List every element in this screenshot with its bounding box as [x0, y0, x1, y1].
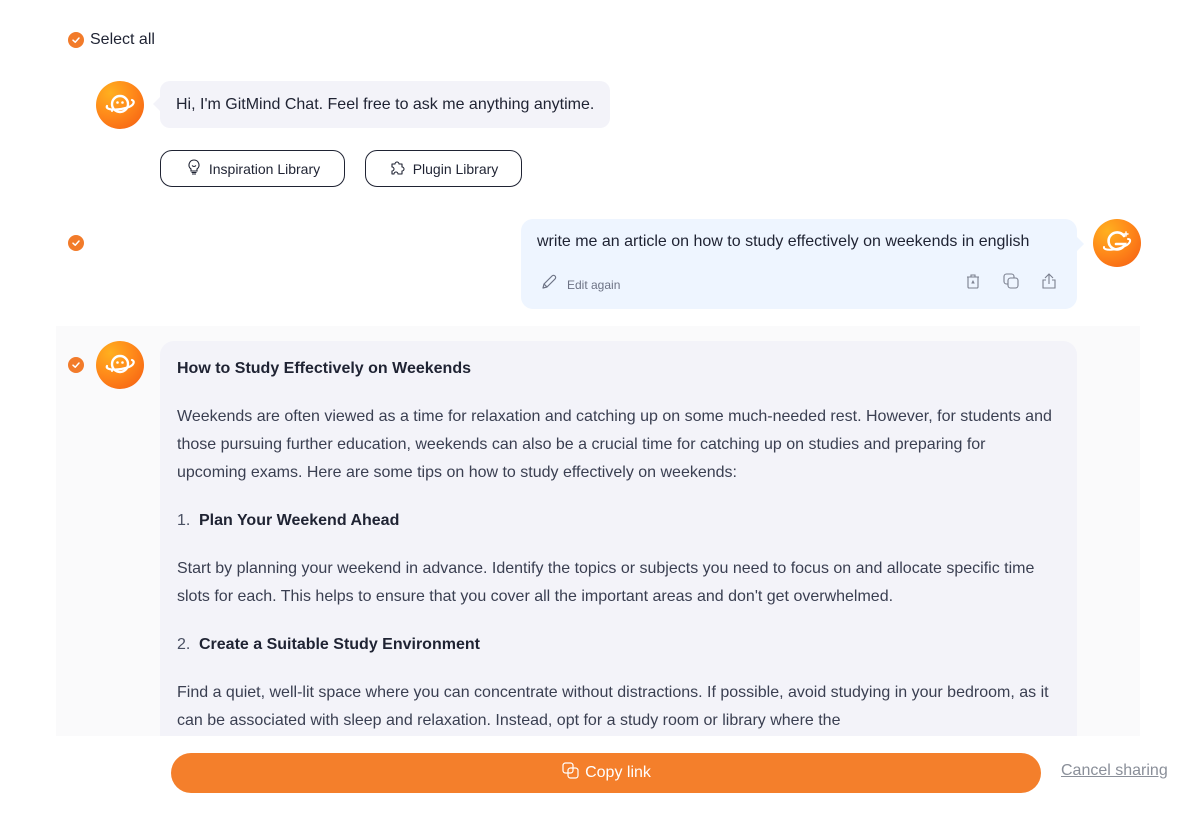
answer-section-heading: 1. Plan Your Weekend Ahead	[177, 507, 1057, 535]
checkmark-icon	[72, 362, 80, 368]
section-heading-text: Plan Your Weekend Ahead	[199, 512, 400, 529]
section-number: 2.	[177, 636, 191, 653]
section-number: 1.	[177, 512, 191, 529]
checkmark-icon	[72, 240, 80, 246]
message-actions	[963, 271, 1059, 291]
gitmind-logo-icon	[1103, 231, 1132, 251]
answer-title: How to Study Effectively on Weekends	[177, 360, 471, 377]
greeting-text: Hi, I'm GitMind Chat. Feel free to ask m…	[176, 95, 595, 113]
user-message-text: write me an article on how to study effe…	[537, 233, 1030, 250]
gitmind-bot-avatar	[96, 81, 144, 129]
plugin-library-label: Plugin Library	[412, 160, 499, 177]
user-message-bubble: write me an article on how to study effe…	[521, 219, 1084, 309]
answer-section-body: Start by planning your weekend in advanc…	[177, 560, 1035, 605]
select-all-label: Select all	[90, 31, 155, 48]
user-message-checkbox[interactable]	[68, 235, 84, 251]
copy-link-icon	[561, 761, 581, 786]
checkmark-icon	[68, 32, 84, 48]
user-avatar	[1093, 219, 1141, 267]
inspiration-library-label: Inspiration Library	[208, 160, 321, 177]
greeting-bubble: Hi, I'm GitMind Chat. Feel free to ask m…	[153, 81, 611, 128]
puzzle-icon	[389, 158, 407, 179]
copy-icon[interactable]	[1001, 271, 1021, 291]
plugin-library-button[interactable]: Plugin Library	[365, 150, 522, 187]
lightbulb-icon	[185, 158, 203, 179]
answer-bubble: How to Study Effectively on Weekends Wee…	[160, 341, 1077, 736]
edit-again-label: Edit again	[567, 277, 621, 292]
planet-bot-icon	[105, 354, 135, 374]
answer-section-heading: 2. Create a Suitable Study Environment	[177, 631, 1057, 659]
edit-again-button[interactable]: Edit again	[539, 272, 620, 297]
pencil-icon	[539, 272, 559, 297]
answer-intro: Weekends are often viewed as a time for …	[177, 408, 1052, 481]
section-heading-text: Create a Suitable Study Environment	[199, 636, 480, 653]
delete-icon[interactable]	[963, 271, 983, 291]
select-all-checkbox[interactable]: Select all	[68, 31, 155, 49]
planet-bot-icon	[105, 94, 135, 114]
copy-link-label: Copy link	[585, 764, 651, 781]
answer-section-body: Find a quiet, well-lit space where you c…	[177, 684, 1049, 729]
cancel-sharing-link[interactable]: Cancel sharing	[1061, 762, 1168, 780]
answer-checkbox[interactable]	[68, 357, 84, 373]
gitmind-bot-avatar	[96, 341, 144, 389]
answer-content: How to Study Effectively on Weekends Wee…	[177, 355, 1057, 736]
copy-link-button[interactable]: Copy link	[171, 753, 1041, 793]
inspiration-library-button[interactable]: Inspiration Library	[160, 150, 345, 187]
share-icon[interactable]	[1039, 271, 1059, 291]
